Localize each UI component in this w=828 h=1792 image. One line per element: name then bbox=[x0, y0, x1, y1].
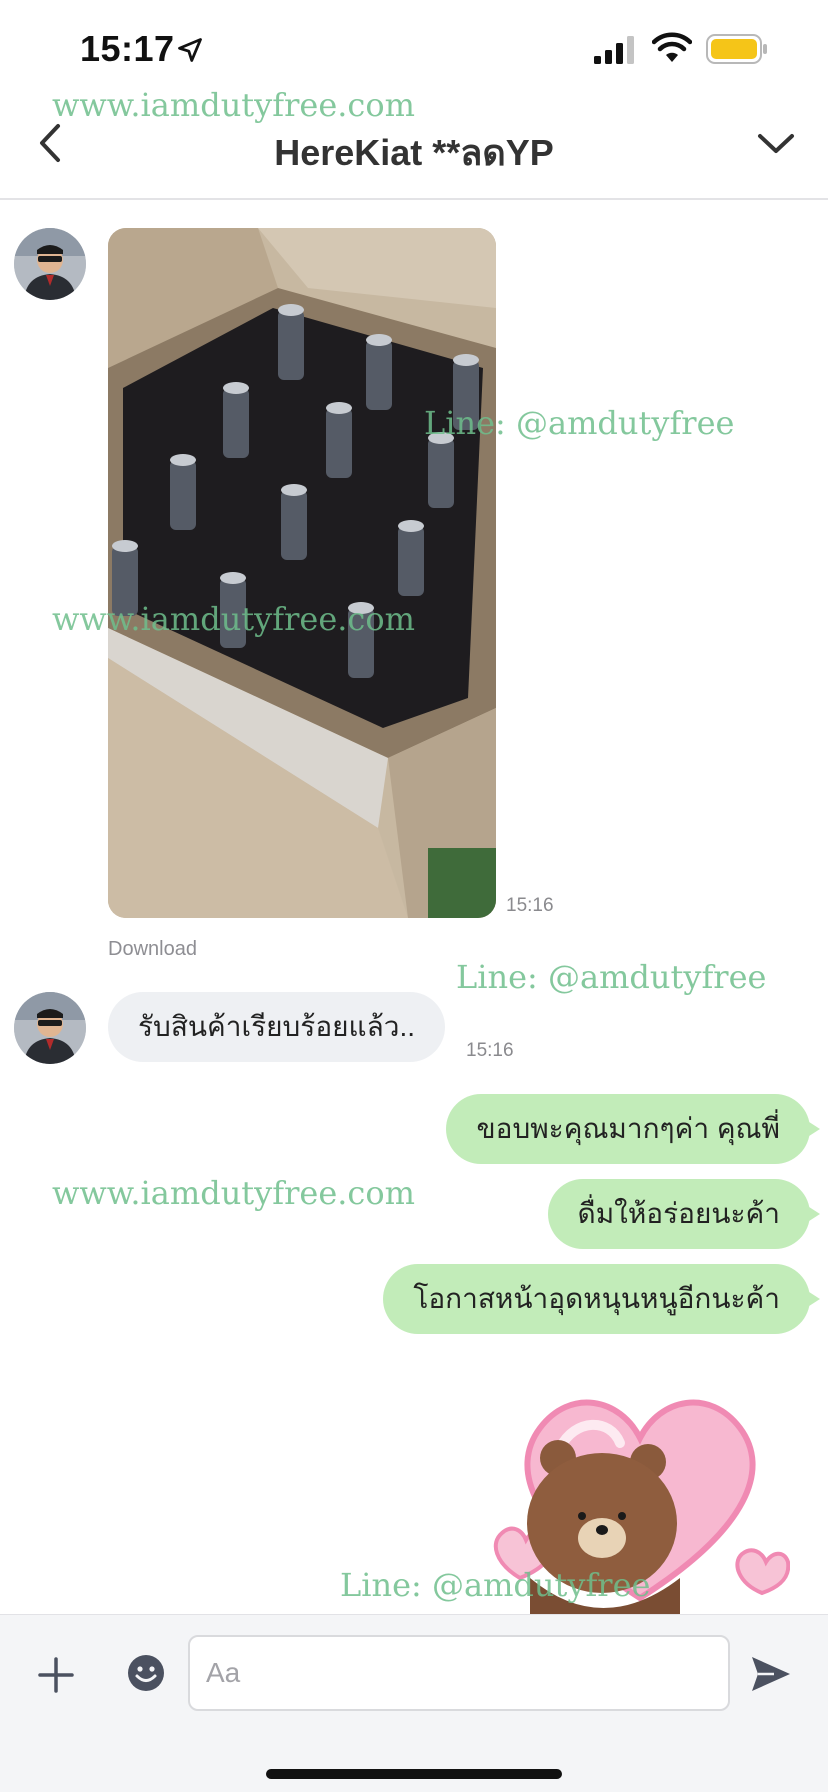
contact-avatar[interactable] bbox=[14, 992, 86, 1064]
status-bar: 15:17 bbox=[0, 0, 828, 96]
bubble-tail bbox=[806, 1290, 820, 1308]
avatar-photo-icon bbox=[14, 228, 86, 300]
outgoing-message-text: ขอบพะคุณมากๆค่า คุณพี่ bbox=[476, 1113, 780, 1144]
watermark-line: Line: @amdutyfree bbox=[424, 404, 735, 442]
outgoing-message-text: ดื่มให้อร่อยนะค้า bbox=[577, 1198, 780, 1229]
home-indicator[interactable] bbox=[266, 1769, 562, 1779]
outgoing-message-bubble[interactable]: ขอบพะคุณมากๆค่า คุณพี่ bbox=[446, 1094, 820, 1164]
outgoing-message-bubble[interactable]: ดื่มให้อร่อยนะค้า bbox=[547, 1179, 820, 1249]
location-arrow-icon bbox=[178, 38, 202, 62]
avatar-photo-icon bbox=[14, 992, 86, 1064]
message-input-bar bbox=[0, 1614, 828, 1792]
battery-icon bbox=[706, 34, 767, 64]
download-link[interactable]: Download bbox=[108, 938, 197, 961]
contact-avatar[interactable] bbox=[14, 228, 86, 300]
watermark-line: Line: @amdutyfree bbox=[456, 958, 767, 996]
incoming-message-text: รับสินค้าเรียบร้อยแล้ว.. bbox=[138, 1011, 416, 1042]
chat-screen: 15:17 HereKiat **ลดYP 15:16 Download รับ… bbox=[0, 0, 828, 1792]
photo-message[interactable] bbox=[108, 228, 496, 918]
watermark-site: www.iamdutyfree.com bbox=[52, 1174, 415, 1212]
chat-title[interactable]: HereKiat **ลดYP bbox=[0, 124, 828, 181]
chevron-down-icon[interactable] bbox=[754, 124, 798, 164]
outgoing-message-text: โอกาสหน้าอุดหนุนหนูอีกนะค้า bbox=[413, 1283, 780, 1314]
watermark-line: Line: @amdutyfree bbox=[340, 1566, 651, 1604]
wifi-icon bbox=[652, 32, 692, 62]
bubble-tail bbox=[806, 1120, 820, 1138]
emoji-icon[interactable] bbox=[126, 1653, 166, 1693]
send-icon[interactable] bbox=[748, 1651, 794, 1697]
status-time: 15:17 bbox=[80, 28, 175, 69]
incoming-message-timestamp: 15:16 bbox=[466, 1040, 514, 1061]
outgoing-message-bubble[interactable]: โอกาสหน้าอุดหนุนหนูอีกนะค้า bbox=[383, 1264, 820, 1334]
bubble-tail bbox=[806, 1205, 820, 1223]
message-input[interactable] bbox=[188, 1635, 730, 1711]
photo-timestamp: 15:16 bbox=[506, 895, 554, 916]
incoming-message-bubble[interactable]: รับสินค้าเรียบร้อยแล้ว.. bbox=[108, 992, 446, 1062]
signal-icon bbox=[594, 36, 634, 64]
plus-icon[interactable] bbox=[36, 1655, 76, 1695]
watermark-site: www.iamdutyfree.com bbox=[52, 600, 415, 638]
wine-box-photo bbox=[108, 228, 496, 918]
watermark-site: www.iamdutyfree.com bbox=[52, 86, 415, 124]
